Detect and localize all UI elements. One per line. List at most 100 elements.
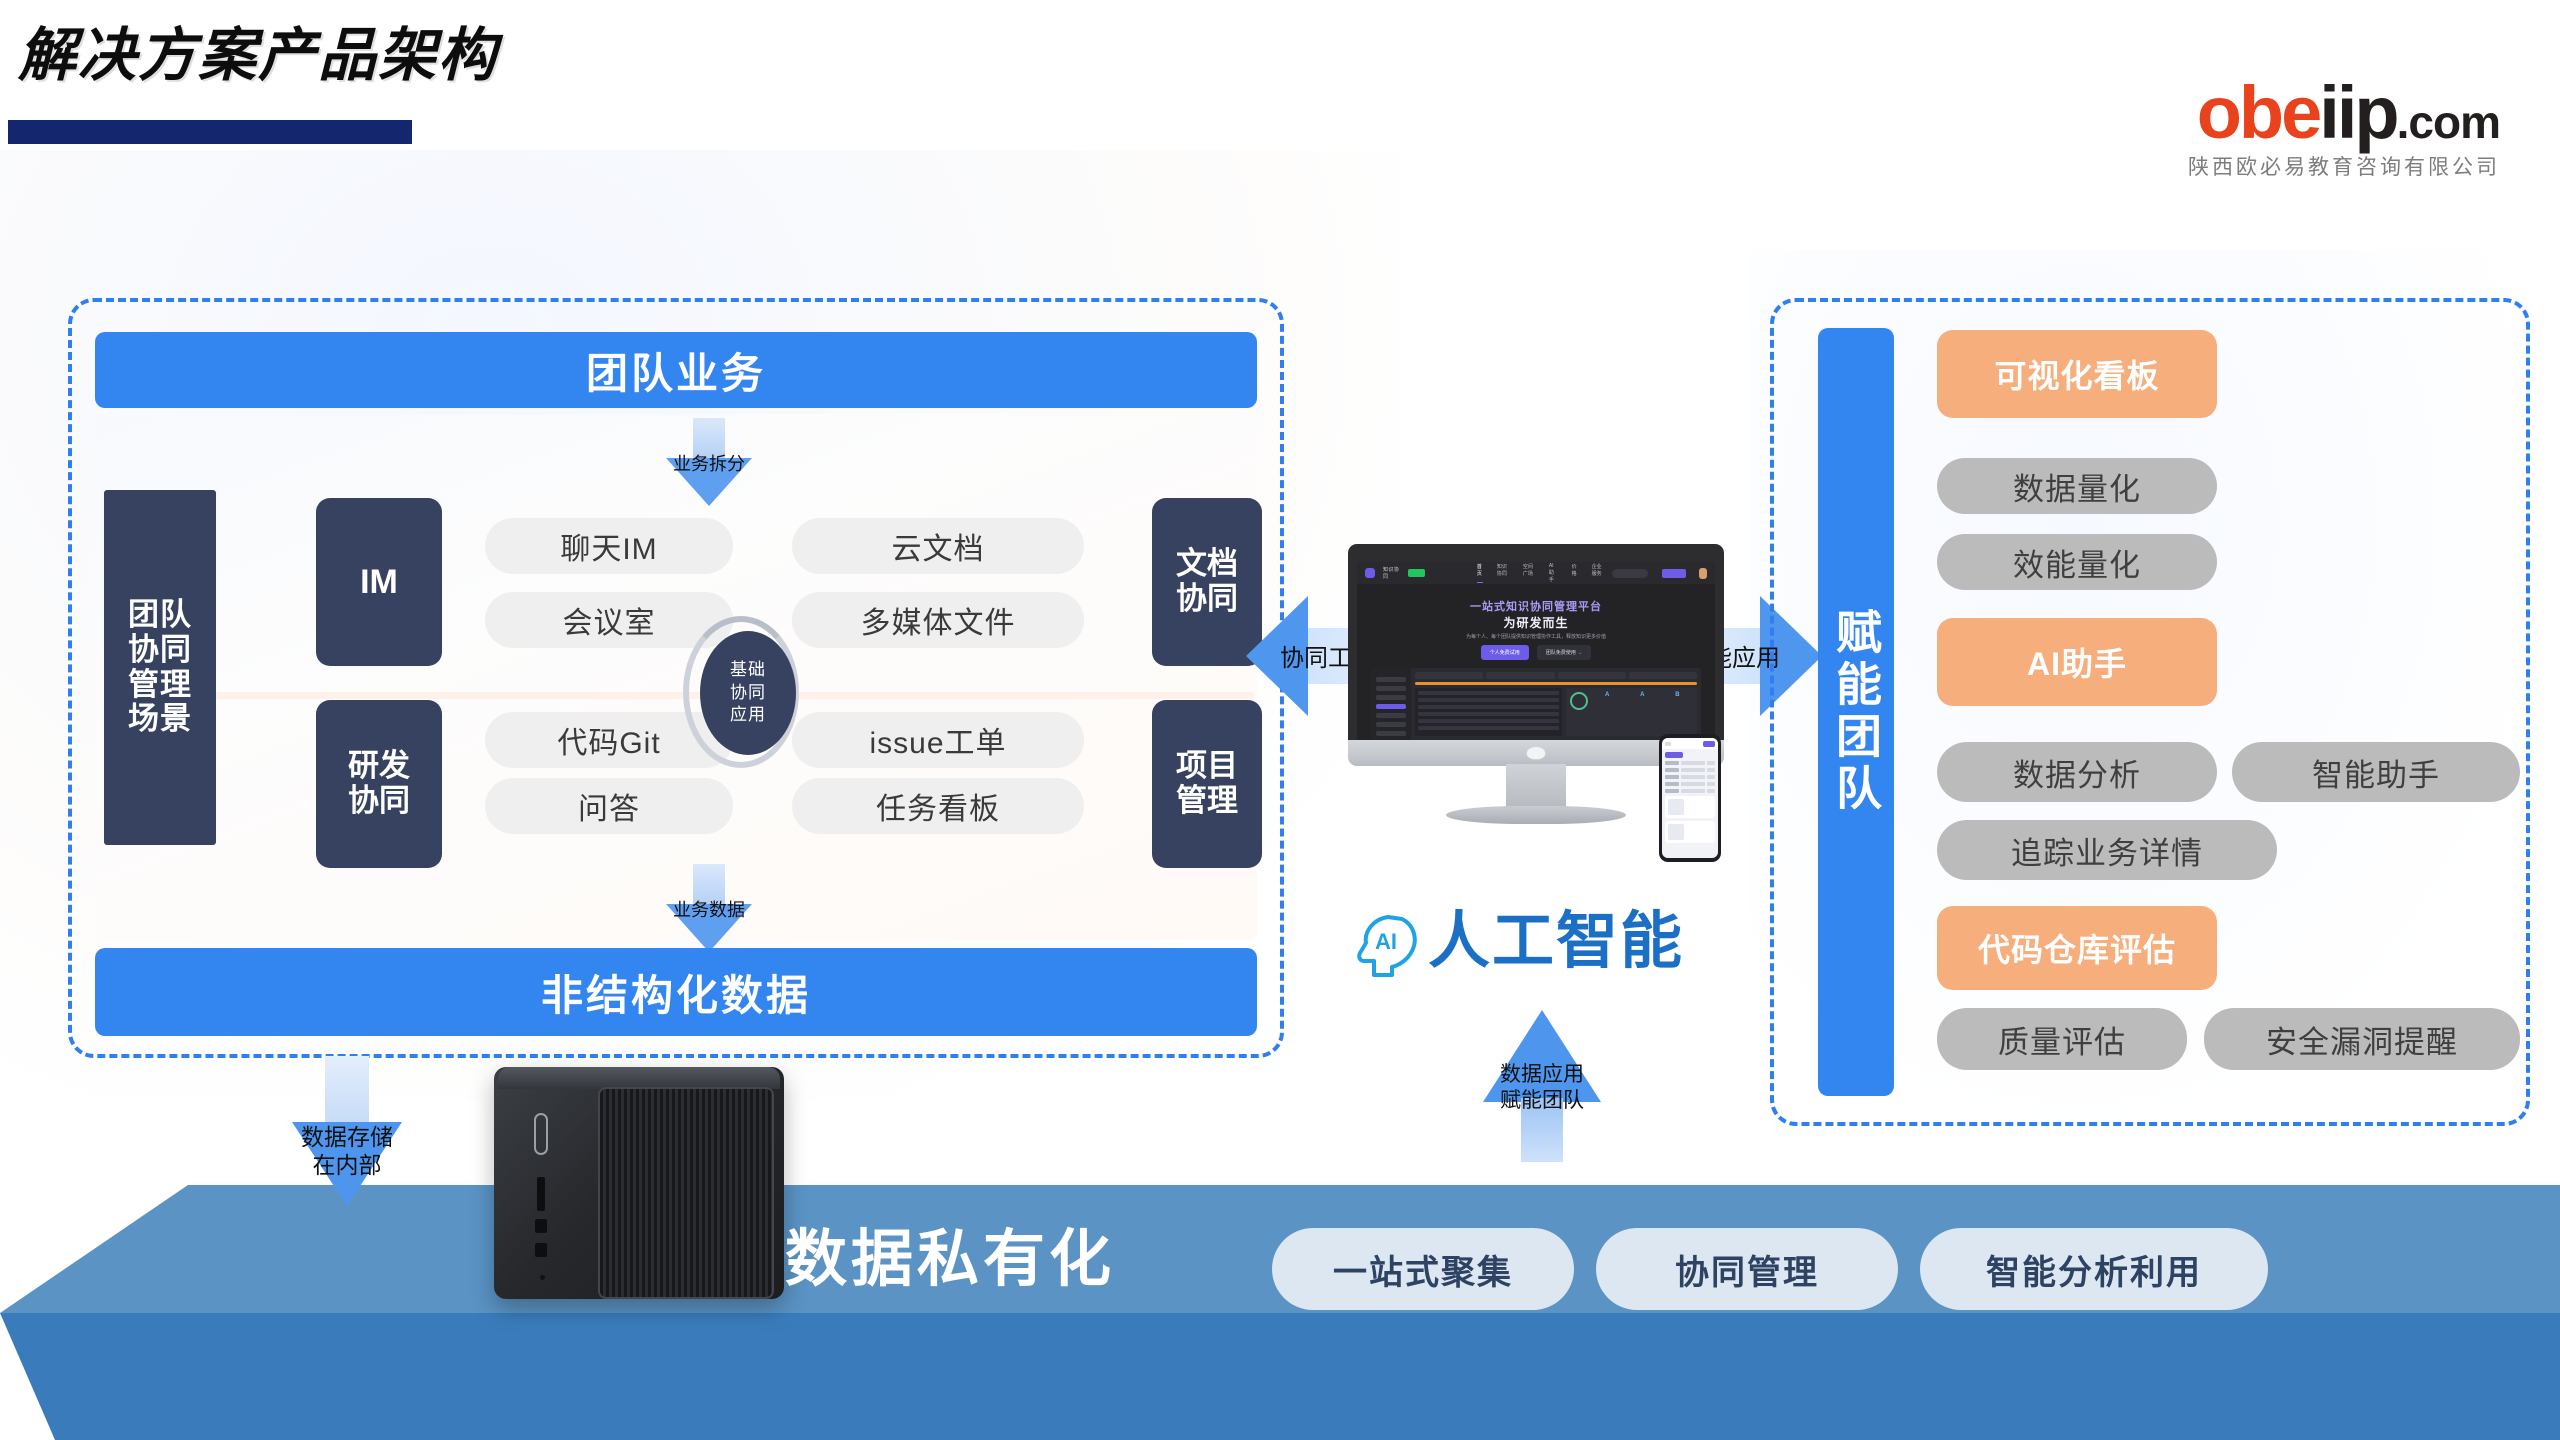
arrow-data-empower-label: 数据应用 赋能团队 [1481, 1062, 1603, 1113]
app-pill-issue[interactable]: issue工单 [792, 712, 1084, 768]
sidebar-row-active [1376, 704, 1406, 709]
row-cell [1665, 775, 1679, 779]
phone-card [1665, 796, 1715, 818]
card-body [1687, 824, 1712, 840]
webapp-search-input[interactable] [1611, 568, 1649, 578]
app-pill-task-board[interactable]: 任务看板 [792, 778, 1084, 834]
webapp-nav-item-1[interactable]: 知识协同 [1497, 563, 1509, 583]
webapp-nav-item-2[interactable]: 空间广场 [1523, 563, 1535, 583]
webapp-nav[interactable]: 首页 知识协同 空间广场 AI助手 价格 企业服务 [1476, 563, 1604, 583]
mini-pc-mesh-panel [598, 1087, 774, 1299]
category-project-text: 项目 管理 [1176, 748, 1238, 818]
card-body [1687, 799, 1712, 815]
sidebar-row [1376, 713, 1406, 718]
sidebar-row [1376, 722, 1406, 727]
category-box-rd[interactable]: 研发 协同 [316, 700, 442, 868]
webapp-progress-bar [1415, 682, 1697, 685]
capability-pill-kanban[interactable]: 可视化看板 [1937, 330, 2217, 418]
capability-pill-quality-eval[interactable]: 质量评估 [1937, 1008, 2187, 1070]
tab [1486, 672, 1555, 679]
row-cell [1665, 789, 1679, 793]
status-led-icon [540, 1275, 545, 1280]
webapp-avatar[interactable] [1698, 567, 1707, 579]
port-slot [535, 1243, 547, 1257]
benefit-pill-aggregate[interactable]: 一站式聚集 [1272, 1228, 1574, 1310]
capability-pill-repo-eval[interactable]: 代码仓库评估 [1937, 906, 2217, 990]
page-title: 解决方案产品架构 [18, 23, 499, 88]
logo-brand-dark: iip [2319, 71, 2399, 154]
phone-list-row [1665, 761, 1715, 765]
tab [1415, 672, 1484, 679]
capability-pill-data-quant[interactable]: 数据量化 [1937, 458, 2217, 514]
webapp-tabs [1415, 672, 1697, 679]
core-circle-text: 基础 协同 应用 [730, 659, 766, 725]
monitor-brand-icon [1526, 746, 1546, 760]
row-cell [1681, 789, 1705, 793]
list-row [1418, 691, 1559, 695]
sidebar-row [1376, 677, 1406, 682]
empower-team-bar: 赋能团队 [1818, 328, 1894, 1096]
capability-pill-smart-assist[interactable]: 智能助手 [2232, 742, 2520, 802]
card-thumb [1668, 799, 1684, 815]
capability-pill-data-analysis[interactable]: 数据分析 [1937, 742, 2217, 802]
scene-label-text: 团队 协同 管理 场景 [128, 597, 192, 737]
card-thumb [1668, 824, 1684, 840]
capability-pill-ai-assistant[interactable]: AI助手 [1937, 618, 2217, 706]
phone-topbar [1662, 738, 1718, 749]
mobile-phone-mockup [1659, 734, 1721, 862]
app-pill-chat-im[interactable]: 聊天IM [485, 518, 733, 574]
app-pill-multimedia[interactable]: 多媒体文件 [792, 592, 1084, 648]
row-cell [1707, 768, 1715, 772]
phone-screen [1662, 738, 1718, 858]
webapp-secondary-button[interactable]: 团队免费使用 → [1536, 645, 1592, 660]
arrow-business-split: 业务拆分 [666, 418, 752, 506]
phone-list-row [1665, 768, 1715, 772]
arrow-business-split-label: 业务拆分 [673, 454, 745, 474]
stat-value: A [1640, 692, 1645, 698]
category-doc-text: 文档 协同 [1176, 546, 1238, 616]
webapp-cta-button[interactable] [1662, 568, 1686, 578]
webapp-logo-text: 知识协同 [1383, 567, 1400, 580]
data-privatization-headline: 数据私有化 [785, 1225, 1116, 1294]
webapp-nav-item-0[interactable]: 首页 [1476, 563, 1483, 583]
capability-pill-track-detail[interactable]: 追踪业务详情 [1937, 820, 2277, 880]
list-row [1418, 705, 1559, 709]
monitor-stand-neck [1506, 764, 1566, 810]
app-pill-qa[interactable]: 问答 [485, 778, 733, 834]
benefit-pill-manage[interactable]: 协同管理 [1596, 1228, 1898, 1310]
webapp-nav-item-5[interactable]: 企业服务 [1592, 563, 1604, 583]
phone-tag [1665, 752, 1683, 758]
webapp-nav-item-3[interactable]: AI助手 [1549, 563, 1558, 583]
gauge-icon [1569, 692, 1588, 710]
mini-pc-device [494, 1057, 784, 1307]
company-logo: obeiip.com 陕西欧必易教育咨询有限公司 [2188, 76, 2501, 181]
category-rd-text: 研发 协同 [348, 748, 410, 818]
webapp-nav-item-4[interactable]: 价格 [1572, 563, 1578, 583]
arrow-business-data-label: 业务数据 [673, 900, 745, 920]
webapp-primary-button[interactable]: 个人免费试用 [1480, 645, 1529, 660]
benefit-pill-analysis[interactable]: 智能分析利用 [1920, 1228, 2268, 1310]
capability-pill-eff-quant[interactable]: 效能量化 [1937, 534, 2217, 590]
row-cell [1707, 775, 1715, 779]
stat-value: B [1675, 692, 1680, 698]
list-row [1418, 719, 1559, 723]
arrow-data-empower-line1: 数据应用 [1500, 1063, 1584, 1086]
arrow-data-storage-label: 数据存储 在内部 [287, 1124, 407, 1179]
category-box-project[interactable]: 项目 管理 [1152, 700, 1262, 868]
team-business-bar: 团队业务 [95, 332, 1257, 408]
power-button-icon [534, 1113, 548, 1155]
category-box-im[interactable]: IM [316, 498, 442, 666]
tab [1628, 672, 1697, 679]
arrow-data-storage-line2: 在内部 [312, 1151, 382, 1178]
app-pill-meeting[interactable]: 会议室 [485, 592, 733, 648]
arrow-business-data: 业务数据 [666, 864, 752, 952]
app-pill-cloud-doc[interactable]: 云文档 [792, 518, 1084, 574]
capability-pill-security-alert[interactable]: 安全漏洞提醒 [2204, 1008, 2520, 1070]
sidebar-row [1376, 731, 1406, 736]
webapp-metrics-card: A A B [1565, 688, 1697, 736]
webapp-headline-1: 一站式知识协同管理平台 [1470, 601, 1602, 613]
port-slot [535, 1219, 547, 1233]
row-cell [1681, 761, 1705, 765]
arrow-shaft [325, 1056, 369, 1126]
row-cell [1681, 782, 1705, 786]
